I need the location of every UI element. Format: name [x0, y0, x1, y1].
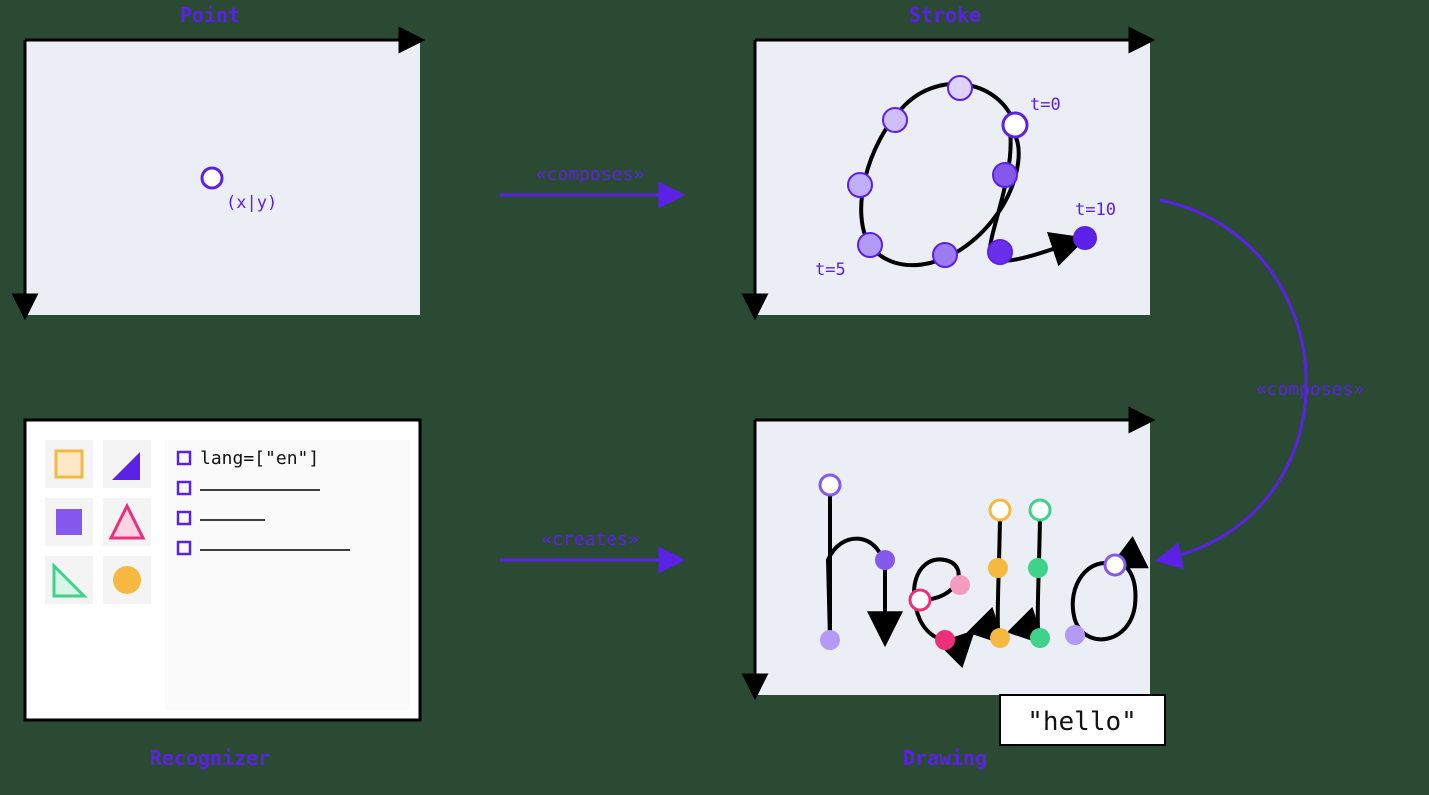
stroke-pt-2 — [883, 108, 907, 132]
stroke-start-icon — [990, 500, 1010, 520]
stroke-start-icon — [820, 475, 840, 495]
stroke-t5: t=5 — [815, 260, 846, 280]
stroke-t0: t=0 — [1030, 95, 1061, 115]
stroke-pt-0 — [1003, 113, 1027, 137]
drawing-output: "hello" — [1027, 707, 1137, 737]
stroke-pt-3 — [848, 173, 872, 197]
stroke-pt-4 — [858, 233, 882, 257]
rel-composes-1: «composes» — [536, 164, 644, 185]
point-panel: Point (x|y) — [25, 3, 420, 315]
stroke-pt-5 — [933, 243, 957, 267]
shape-square-solid-icon — [56, 509, 82, 535]
point-marker — [202, 168, 222, 188]
stroke-start-icon — [910, 590, 930, 610]
stroke-pt-8 — [1073, 226, 1097, 250]
drawing-title: Drawing — [903, 746, 987, 770]
drawing-canvas — [755, 420, 1150, 695]
point-title: Point — [180, 3, 240, 27]
stroke-point-icon — [875, 550, 895, 570]
stroke-point-icon — [988, 558, 1008, 578]
stroke-pt-1 — [948, 76, 972, 100]
recognizer-options: lang=["en"] — [165, 440, 410, 710]
stroke-start-icon — [1105, 555, 1125, 575]
shape-square-outline-icon — [56, 451, 82, 477]
recognizer-option-1: lang=["en"] — [200, 448, 319, 469]
stroke-start-icon — [1030, 500, 1050, 520]
shape-circle-icon — [113, 566, 141, 594]
stroke-point-icon — [950, 575, 970, 595]
stroke-point-icon — [990, 628, 1010, 648]
stroke-point-icon — [1065, 625, 1085, 645]
drawing-panel: Drawing — [755, 420, 1165, 770]
stroke-pt-7 — [988, 240, 1012, 264]
stroke-title: Stroke — [909, 3, 981, 27]
recognizer-panel: Recognizer lang=["en"] — [25, 420, 420, 770]
rel-composes-2: «composes» — [1256, 379, 1364, 400]
recognizer-title: Recognizer — [150, 746, 270, 770]
stroke-panel: Stroke t=0 t=5 t=10 — [755, 3, 1150, 315]
stroke-point-icon — [1028, 558, 1048, 578]
stroke-pt-6 — [993, 163, 1017, 187]
point-coord-label: (x|y) — [226, 193, 277, 213]
stroke-point-icon — [935, 630, 955, 650]
stroke-point-icon — [1030, 628, 1050, 648]
stroke-t10: t=10 — [1075, 200, 1116, 220]
rel-creates: «creates» — [541, 529, 639, 550]
stroke-point-icon — [820, 630, 840, 650]
